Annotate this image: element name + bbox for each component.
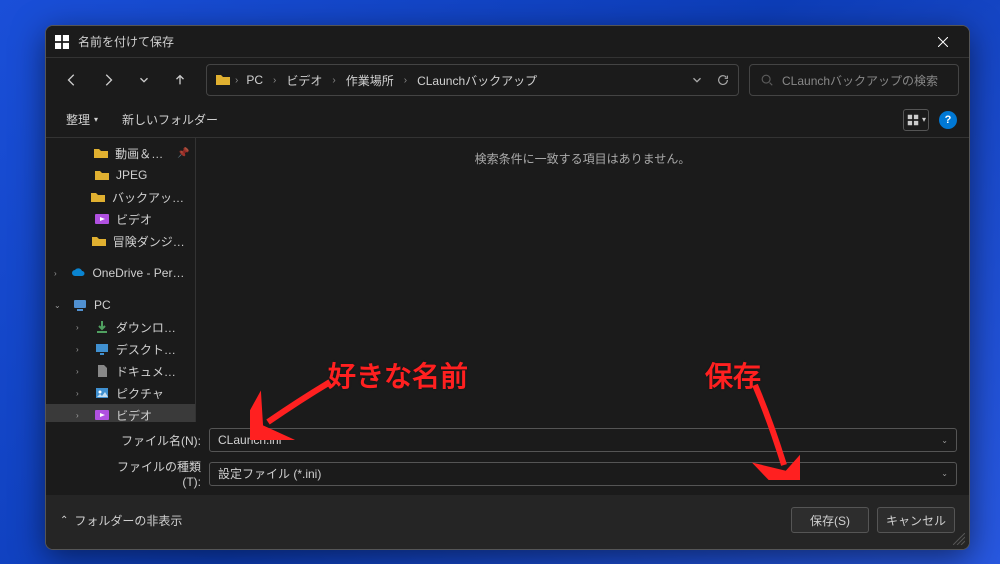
chevron-right-icon: › [332, 75, 335, 86]
tree-item-label: JPEG [116, 168, 147, 182]
save-button[interactable]: 保存(S) [791, 507, 869, 533]
save-dialog: 名前を付けて保存 › PC › ビデオ › 作 [45, 25, 970, 550]
video-icon [94, 407, 110, 422]
up-button[interactable] [164, 64, 196, 96]
tree-item-label: ビデオ [116, 407, 152, 423]
expand-icon[interactable]: › [76, 389, 88, 398]
chevron-down-icon[interactable]: ⌄ [941, 469, 948, 478]
app-icon [54, 34, 70, 50]
tree-item-label: バックアップTamper [112, 189, 187, 206]
filename-area: ファイル名(N): CLaunch.ini ⌄ ファイルの種類(T): 設定ファ… [46, 422, 969, 495]
tree-item-label: デスクトップ [116, 341, 187, 358]
tree-item[interactable]: › ダウンロード [46, 316, 195, 338]
download-icon [94, 319, 110, 335]
refresh-icon[interactable] [716, 73, 730, 87]
tree-item[interactable]: › ドキュメント [46, 360, 195, 382]
pin-icon: 📌 [177, 148, 187, 159]
chevron-right-icon: › [404, 75, 407, 86]
navigation-bar: › PC › ビデオ › 作業場所 › CLaunchバックアップ CLaunc… [46, 58, 969, 102]
folder-tree[interactable]: 動画＆写真📌JPEGバックアップTamperビデオ冒険ダンジョン村2›OneDr… [46, 138, 196, 422]
tree-item[interactable]: › OneDrive - Personal [46, 262, 195, 284]
view-options-button[interactable]: ▾ [903, 109, 929, 131]
expand-icon[interactable]: ⌄ [54, 301, 66, 310]
tree-item-label: ドキュメント [116, 363, 187, 380]
folder-icon [215, 72, 231, 88]
tree-item-label: PC [94, 298, 111, 312]
video-icon [94, 211, 110, 227]
dialog-footer: ⌃ フォルダーの非表示 保存(S) キャンセル [46, 495, 969, 549]
expand-icon[interactable]: › [76, 367, 88, 376]
tree-item[interactable]: ⌄ PC [46, 294, 195, 316]
tree-item-label: ピクチャ [116, 385, 164, 402]
breadcrumb-item[interactable]: 作業場所 [342, 70, 398, 91]
picture-icon [94, 385, 110, 401]
search-icon [760, 73, 774, 87]
breadcrumb: PC › ビデオ › 作業場所 › CLaunchバックアップ [242, 70, 686, 91]
hide-folders-button[interactable]: ⌃ フォルダーの非表示 [60, 512, 182, 529]
tree-item[interactable]: › ビデオ [46, 404, 195, 422]
expand-icon[interactable]: › [76, 323, 88, 332]
folder-icon [94, 167, 110, 183]
filetype-label: ファイルの種類(T): [106, 458, 201, 489]
expand-icon[interactable]: › [54, 269, 64, 278]
chevron-down-icon[interactable] [690, 73, 704, 87]
tree-item-label: 動画＆写真 [115, 145, 171, 162]
document-icon [94, 363, 110, 379]
chevron-down-icon[interactable]: ⌄ [941, 436, 948, 445]
cancel-button[interactable]: キャンセル [877, 507, 955, 533]
folder-icon [91, 233, 107, 249]
filetype-select[interactable]: 設定ファイル (*.ini) ⌄ [209, 462, 957, 486]
tree-item[interactable]: 冒険ダンジョン村2 [46, 230, 195, 252]
pc-icon [72, 297, 88, 313]
chevron-right-icon: › [273, 75, 276, 86]
tree-item-label: 冒険ダンジョン村2 [113, 233, 187, 250]
breadcrumb-item[interactable]: PC [242, 71, 267, 89]
tree-item[interactable]: › ピクチャ [46, 382, 195, 404]
tree-item-label: OneDrive - Personal [92, 266, 187, 280]
recent-button[interactable] [128, 64, 160, 96]
folder-icon [93, 145, 109, 161]
address-bar[interactable]: › PC › ビデオ › 作業場所 › CLaunchバックアップ [206, 64, 739, 96]
toolbar: 整理▾ 新しいフォルダー ▾ ? [46, 102, 969, 138]
tree-item[interactable]: ビデオ [46, 208, 195, 230]
expand-icon[interactable]: › [76, 345, 88, 354]
breadcrumb-item[interactable]: CLaunchバックアップ [413, 70, 541, 91]
search-placeholder: CLaunchバックアップの検索 [782, 72, 938, 89]
search-input[interactable]: CLaunchバックアップの検索 [749, 64, 959, 96]
desktop-icon [94, 341, 110, 357]
tree-item-label: ダウンロード [116, 319, 187, 336]
filename-input[interactable]: CLaunch.ini ⌄ [209, 428, 957, 452]
breadcrumb-item[interactable]: ビデオ [282, 70, 326, 91]
tree-item-label: ビデオ [116, 211, 152, 228]
content-area: 動画＆写真📌JPEGバックアップTamperビデオ冒険ダンジョン村2›OneDr… [46, 138, 969, 422]
help-button[interactable]: ? [939, 111, 957, 129]
resize-grip[interactable] [953, 533, 965, 545]
organize-button[interactable]: 整理▾ [58, 107, 106, 132]
back-button[interactable] [56, 64, 88, 96]
expand-icon[interactable]: › [76, 411, 88, 420]
titlebar: 名前を付けて保存 [46, 26, 969, 58]
cloud-icon [70, 265, 86, 281]
chevron-right-icon: › [235, 75, 238, 86]
file-list[interactable]: 検索条件に一致する項目はありません。 [196, 138, 969, 422]
tree-item[interactable]: JPEG [46, 164, 195, 186]
folder-icon [90, 189, 106, 205]
new-folder-button[interactable]: 新しいフォルダー [114, 107, 226, 132]
tree-item[interactable]: › デスクトップ [46, 338, 195, 360]
close-button[interactable] [921, 28, 965, 56]
tree-item[interactable]: バックアップTamper [46, 186, 195, 208]
forward-button[interactable] [92, 64, 124, 96]
tree-item[interactable]: 動画＆写真 📌 [46, 142, 195, 164]
window-title: 名前を付けて保存 [78, 33, 921, 50]
filename-label: ファイル名(N): [106, 432, 201, 449]
empty-message: 検索条件に一致する項目はありません。 [475, 150, 691, 167]
